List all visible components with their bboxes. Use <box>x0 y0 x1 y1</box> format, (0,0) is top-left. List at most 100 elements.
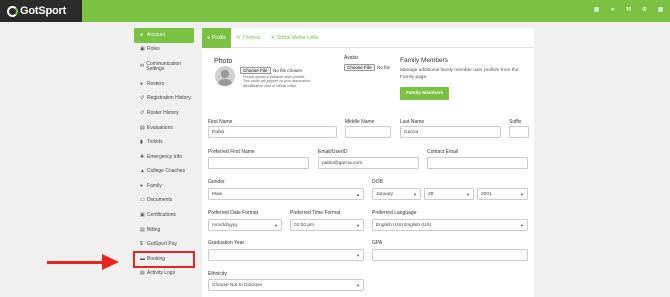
tab-profile[interactable]: ● Profile <box>202 27 232 48</box>
sidebar-item-label: Roster History <box>147 109 179 116</box>
family-members-button[interactable]: Family Members <box>400 87 449 100</box>
sidebar-item-evaluations[interactable]: ▤ Evaluations <box>134 121 194 136</box>
chevron-down-icon: ▼ <box>520 223 524 228</box>
ethnicity-value: Choose Not to Disclose <box>212 282 263 288</box>
time-format-select[interactable]: 01:00 pm ▼ <box>290 219 364 231</box>
language-label: Preferred Language <box>372 210 417 216</box>
sidebar-item-label: Documents <box>147 197 173 204</box>
middle-name-input[interactable] <box>345 126 391 138</box>
tab-themes[interactable]: ✎ Themes <box>231 28 265 48</box>
gender-select[interactable]: Male ▲︎ <box>208 188 364 200</box>
coach-icon: ▲ <box>140 168 145 175</box>
ethnicity-label: Ethnicity <box>208 271 227 277</box>
avatar-body-icon <box>218 79 232 86</box>
sidebar-item-booking[interactable]: ▬ Booking <box>133 251 195 268</box>
tab-social-media-links[interactable]: ⚭ Social Media Links <box>265 28 323 48</box>
sidebar-item-billing[interactable]: ▤ Billing <box>134 223 194 238</box>
last-name-input[interactable]: Garcia <box>400 126 501 138</box>
first-name-input[interactable]: Pablo <box>208 126 337 138</box>
mail-icon[interactable]: ✉ <box>625 6 632 13</box>
sidebar-item-label: Billing <box>147 226 161 233</box>
sidebar-item-rosters[interactable]: ● Rosters <box>134 77 194 92</box>
suffix-input[interactable] <box>509 126 529 138</box>
photo-choose-file-button[interactable]: Choose File <box>240 67 271 74</box>
chevron-down-icon: ▼ <box>520 192 524 197</box>
family-members-description: Manage additional family member user pro… <box>400 68 519 80</box>
sidebar: ● Account ▣ Roles ✉ Communication Settings … <box>133 28 195 282</box>
bed-icon: ▬ <box>140 255 145 262</box>
sidebar-item-documents[interactable]: ▭ Documents <box>134 194 194 209</box>
graduation-year-select[interactable]: ▼ <box>208 249 364 261</box>
dob-day-value: 29 <box>428 191 434 197</box>
family-members-title: Family Members <box>400 57 449 64</box>
gender-value: Male <box>212 191 223 197</box>
medkit-icon: ✚ <box>140 153 145 160</box>
gender-label: Gender <box>208 179 225 185</box>
dob-day-select[interactable]: 29 ▼ <box>424 188 474 200</box>
sidebar-item-label: Communication Settings <box>146 60 182 73</box>
billing-icon: ▤ <box>140 226 145 233</box>
sidebar-item-activity-logs[interactable]: ▤ Activity Logs <box>134 267 194 282</box>
dob-year-select[interactable]: 2001 ▼ <box>477 188 528 200</box>
certificate-icon: ▣ <box>140 212 145 219</box>
link-icon: ⚭ <box>270 34 275 41</box>
preferred-first-name-input[interactable] <box>208 157 309 169</box>
sidebar-item-label: Rosters <box>147 80 165 87</box>
user-icon: ● <box>207 34 211 41</box>
sidebar-item-label: Registration History <box>147 95 191 102</box>
grid-icon[interactable]: ▦ <box>593 6 600 13</box>
avatar-choose-file-button[interactable]: Choose File <box>344 64 375 71</box>
gotsport-logo-icon <box>7 5 18 17</box>
contact-email-input[interactable] <box>427 157 528 169</box>
language-value: English (US) English (US) <box>376 222 432 228</box>
email-input[interactable]: pablo@garcia.com <box>318 157 419 169</box>
avatar-head-icon <box>221 70 229 78</box>
dob-label: DOB <box>372 179 383 185</box>
sidebar-item-family[interactable]: ● Family <box>134 179 194 194</box>
gpa-label: GPA <box>372 240 383 246</box>
dollar-icon: $ <box>140 241 143 248</box>
gpa-input[interactable] <box>372 249 528 261</box>
avatar-placeholder <box>215 66 235 86</box>
chevron-down-icon: ▼ <box>356 223 360 228</box>
sidebar-item-account[interactable]: ● Account <box>134 28 194 43</box>
clipboard-icon: ▤ <box>140 124 145 131</box>
avatar-file-status: No file <box>377 65 391 70</box>
tab-label: Themes <box>242 34 261 41</box>
first-name-label: First Name <box>208 119 233 125</box>
sidebar-item-roles[interactable]: ▣ Roles <box>134 43 194 58</box>
sidebar-item-gotsport-pay[interactable]: $ GotSport Pay <box>134 238 194 253</box>
top-icon-group: ▦ ● ✉ ⚙ ▦ <box>593 6 664 13</box>
ticket-icon: ▮ <box>140 139 143 146</box>
sidebar-item-emergency-info[interactable]: ✚ Emergency Info <box>134 150 194 165</box>
sidebar-item-label: Tickets <box>147 139 163 146</box>
user-icon: ● <box>140 31 144 38</box>
sidebar-item-registration-history[interactable]: ↺ Registration History <box>134 92 194 107</box>
highlight-arrow-shaft <box>47 261 104 264</box>
language-select[interactable]: English (US) English (US) ▼ <box>372 219 528 231</box>
date-format-select[interactable]: mm/dd/yyyy ▼ <box>208 219 282 231</box>
chevron-down-icon: ▼ <box>413 192 417 197</box>
sidebar-item-label: Certifications <box>147 212 176 219</box>
dob-month-select[interactable]: January ▼ <box>372 188 421 200</box>
graduation-year-label: Graduation Year <box>208 240 245 246</box>
contact-email-label: Contact Email <box>427 149 459 155</box>
brand-name: GotSport <box>20 5 67 17</box>
sidebar-item-label: Account <box>147 31 166 38</box>
sidebar-item-roster-history[interactable]: ↺ Roster History <box>134 106 194 121</box>
brand-logo[interactable]: GotSport <box>0 0 82 22</box>
sidebar-item-communication-settings[interactable]: ✉ Communication Settings <box>134 57 194 77</box>
last-name-label: Last Name <box>400 119 425 125</box>
sidebar-item-label: GotSport Pay <box>147 241 178 248</box>
ethnicity-select[interactable]: Choose Not to Disclose ▼ <box>208 279 364 291</box>
sidebar-item-tickets[interactable]: ▮ Tickets <box>134 136 194 151</box>
user-icon[interactable]: ● <box>609 6 616 13</box>
log-icon: ▤ <box>140 270 145 277</box>
sidebar-item-college-coaches[interactable]: ▲ College Coaches <box>134 165 194 180</box>
chevron-down-icon: ▼ <box>356 283 360 288</box>
sidebar-item-certifications[interactable]: ▣ Certifications <box>134 209 194 224</box>
family-icon: ● <box>140 182 144 189</box>
date-format-label: Preferred Date Format <box>208 210 259 216</box>
apps-icon[interactable]: ▦ <box>657 6 664 13</box>
gear-icon[interactable]: ⚙ <box>641 6 648 13</box>
